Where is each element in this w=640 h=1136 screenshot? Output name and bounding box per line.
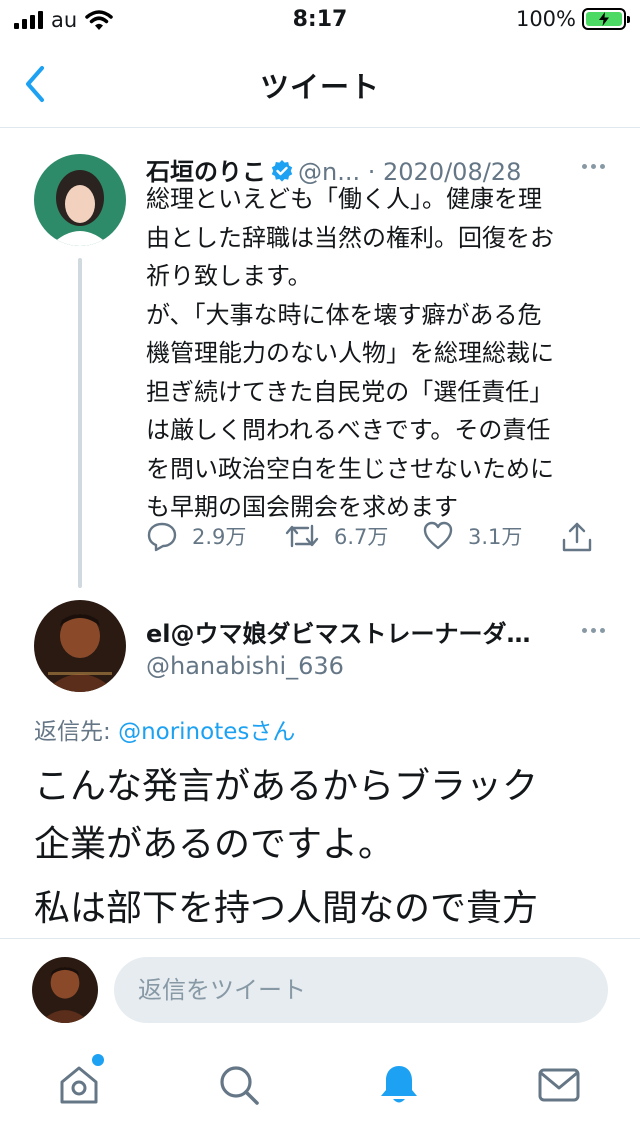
notifications-icon xyxy=(381,1066,417,1103)
like-count: 3.1万 xyxy=(468,525,523,549)
tweet-author-avatar[interactable] xyxy=(34,154,126,246)
tweet-text-line: 担ぎ続けてきた自民党の「選任責任」 xyxy=(146,377,554,406)
battery-percent: 100% xyxy=(515,7,576,31)
reply-button[interactable]: 2.9万 xyxy=(146,520,246,552)
battery-fill xyxy=(586,12,622,26)
page-title: ツイート xyxy=(259,70,380,104)
avatar-image xyxy=(34,154,126,246)
tab-search[interactable] xyxy=(216,1062,262,1108)
replying-to-mention[interactable]: @norinotesさん xyxy=(118,719,295,745)
retweet-count: 6.7万 xyxy=(334,525,389,549)
new-content-indicator-dot xyxy=(92,1054,104,1066)
avatar-image xyxy=(34,600,126,692)
retweet-button[interactable]: 6.7万 xyxy=(284,520,388,552)
current-user-avatar[interactable] xyxy=(32,957,98,1023)
retweet-icon xyxy=(285,524,319,548)
reply-text-line: 私は部下を持つ人間なので貴方 xyxy=(34,888,539,929)
tweet-text-line: 祈り致します。 xyxy=(146,262,312,290)
tweet-text-line: 機管理能力のない人物」を総理総裁に xyxy=(146,339,554,367)
tab-home[interactable] xyxy=(56,1062,102,1108)
reply-author-name[interactable]: el@ウマ娘ダビマストレーナーダ… xyxy=(146,614,531,649)
replying-to-label: 返信先: xyxy=(34,719,111,745)
battery-icon xyxy=(582,8,630,30)
reply-count: 2.9万 xyxy=(192,525,247,549)
search-icon xyxy=(220,1066,259,1105)
reply-author-avatar[interactable] xyxy=(34,600,126,692)
tab-notifications[interactable] xyxy=(376,1062,422,1108)
reply-author-handle[interactable]: @hanabishi_636 xyxy=(146,652,344,680)
tweet-text-line: 由とした辞職は当然の権利。回復をお xyxy=(146,223,554,252)
tweet-body: 総理といえども「働く人」。健康を理 由とした辞職は当然の権利。回復をお 祈り致し… xyxy=(146,180,606,527)
thread-connector-line xyxy=(78,258,82,588)
heart-icon xyxy=(423,521,453,550)
tweet-text-line: が、「大事な時に体を壊す癖がある危 xyxy=(146,300,542,329)
reply-text-line: 企業があるのですよ。 xyxy=(34,824,395,865)
status-bar: au 8:17 100% xyxy=(0,0,640,40)
replying-to-line: 返信先: @norinotesさん xyxy=(34,712,295,746)
reply-composer xyxy=(0,938,640,1040)
messages-icon xyxy=(538,1068,580,1102)
status-right: 100% xyxy=(515,7,630,31)
tab-messages[interactable] xyxy=(536,1062,582,1108)
share-button[interactable] xyxy=(560,520,594,554)
tweet-actions: 2.9万 6.7万 3.1万 xyxy=(146,520,606,560)
like-button[interactable]: 3.1万 xyxy=(422,520,522,552)
reply-more-options-icon[interactable] xyxy=(582,628,605,633)
reply-icon xyxy=(147,522,177,552)
tweet-text-line: 総理といえども「働く人」。健康を理 xyxy=(146,185,542,213)
navigation-bar: ツイート xyxy=(0,40,640,128)
avatar-image xyxy=(32,957,98,1023)
reply-body: こんな発言があるからブラック 企業があるのですよ。 私は部下を持つ人間なので貴方 xyxy=(34,758,614,938)
tweet-text-line: を問い政治空白を生じさせないために xyxy=(146,454,554,483)
reply-input[interactable] xyxy=(114,957,608,1023)
charging-bolt-icon xyxy=(599,12,609,26)
share-icon xyxy=(562,522,592,552)
tweet-text-line: は厳しく問われるべきです。その責任 xyxy=(146,416,551,444)
tweet-more-options-icon[interactable] xyxy=(582,164,605,169)
home-icon xyxy=(60,1066,98,1104)
reply-text-line: こんな発言があるからブラック xyxy=(34,766,539,807)
